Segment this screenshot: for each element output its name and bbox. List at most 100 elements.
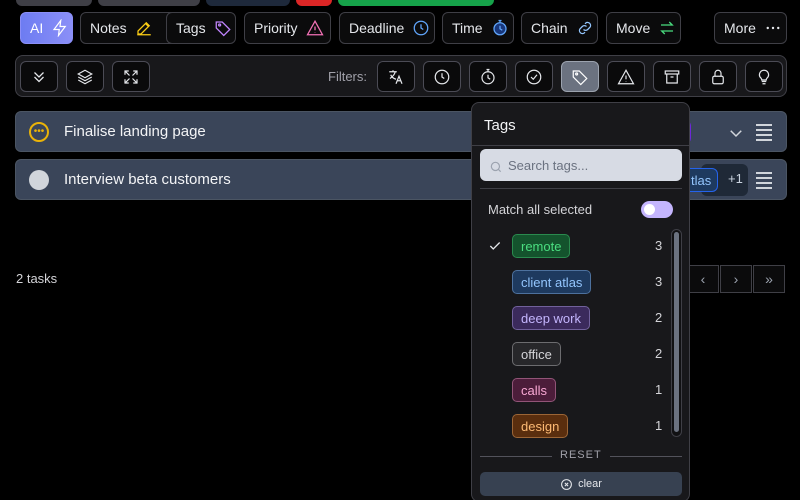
notes-button-label: Notes bbox=[90, 20, 127, 36]
clock-icon bbox=[434, 69, 450, 84]
deadline-button[interactable]: Deadline bbox=[339, 12, 435, 44]
filter-time-button[interactable] bbox=[469, 61, 507, 92]
chevron-down-icon[interactable] bbox=[727, 124, 745, 142]
pencil-icon bbox=[136, 21, 151, 36]
task-title[interactable]: Interview beta customers bbox=[64, 171, 231, 188]
task-count: 2 tasks bbox=[16, 271, 58, 286]
filter-priority-button[interactable] bbox=[607, 61, 645, 92]
top-strip-segment[interactable] bbox=[16, 0, 92, 6]
filter-toolbar: Filters: bbox=[15, 55, 787, 97]
drag-handle-icon[interactable] bbox=[756, 124, 772, 141]
stopwatch-icon bbox=[481, 68, 495, 84]
filter-deadline-button[interactable] bbox=[423, 61, 461, 92]
translate-icon bbox=[389, 69, 403, 84]
ellipsis-icon bbox=[766, 26, 780, 30]
tag-chip-label: tlas bbox=[691, 172, 712, 188]
task-title[interactable]: Finalise landing page bbox=[64, 123, 206, 140]
tag-search-input[interactable] bbox=[508, 149, 678, 181]
tags-button-label: Tags bbox=[176, 20, 206, 36]
top-strip-segment[interactable] bbox=[206, 0, 290, 6]
priority-button[interactable]: Priority bbox=[244, 12, 331, 44]
stopwatch-icon bbox=[492, 19, 507, 36]
last-page-label: » bbox=[765, 271, 773, 287]
tag-option-office[interactable]: office 2 bbox=[472, 336, 672, 372]
time-button-label: Time bbox=[452, 20, 483, 36]
todo-status-icon[interactable] bbox=[29, 170, 49, 190]
tags-dropdown: Tags Match all selected remote 3 client at… bbox=[471, 102, 690, 500]
tag-option-client-atlas[interactable]: client atlas 3 bbox=[472, 264, 672, 300]
tag-chip: office bbox=[512, 342, 561, 366]
deadline-button-label: Deadline bbox=[349, 20, 405, 36]
filter-ideas-button[interactable] bbox=[745, 61, 783, 92]
filter-status-button[interactable] bbox=[515, 61, 553, 92]
search-icon bbox=[490, 161, 502, 173]
tag-icon bbox=[572, 69, 588, 85]
lock-icon bbox=[712, 69, 724, 84]
scrollbar-thumb[interactable] bbox=[674, 232, 679, 432]
chain-button[interactable]: Chain bbox=[521, 12, 598, 44]
filter-locked-button[interactable] bbox=[699, 61, 737, 92]
next-page-button[interactable]: › bbox=[720, 265, 752, 293]
archive-icon bbox=[664, 69, 680, 84]
tag-chip: deep work bbox=[512, 306, 590, 330]
more-button-label: More bbox=[724, 20, 756, 36]
tag-option-design[interactable]: design 1 bbox=[472, 408, 672, 444]
more-tags-count[interactable]: +1 bbox=[728, 171, 743, 186]
match-all-label: Match all selected bbox=[488, 202, 593, 217]
last-page-button[interactable]: » bbox=[753, 265, 785, 293]
tag-icon bbox=[215, 21, 231, 37]
prev-page-button[interactable]: ‹ bbox=[687, 265, 719, 293]
top-strip-segment[interactable] bbox=[338, 0, 494, 6]
checkmark-icon bbox=[489, 242, 501, 250]
top-strip-segment[interactable] bbox=[296, 0, 332, 6]
expand-button[interactable] bbox=[112, 61, 150, 92]
tag-list-scrollbar[interactable] bbox=[671, 229, 682, 437]
filter-tags-button[interactable] bbox=[561, 61, 599, 92]
check-circle-icon bbox=[526, 69, 542, 84]
bulb-icon bbox=[758, 69, 770, 84]
layers-icon bbox=[77, 69, 93, 84]
collapse-all-icon bbox=[34, 71, 44, 82]
clear-button[interactable]: clear bbox=[480, 472, 682, 496]
drag-handle-icon[interactable] bbox=[756, 172, 772, 189]
divider bbox=[472, 145, 689, 146]
tag-count: 3 bbox=[655, 238, 663, 253]
priority-button-label: Priority bbox=[254, 20, 298, 36]
tags-button[interactable]: Tags bbox=[166, 12, 236, 44]
close-circle-icon bbox=[561, 478, 572, 490]
tag-chip: calls bbox=[512, 378, 557, 402]
tag-chip: remote bbox=[512, 234, 571, 258]
collapse-all-button[interactable] bbox=[20, 61, 58, 92]
clock-icon bbox=[413, 20, 429, 36]
tag-count: 1 bbox=[655, 418, 663, 433]
tag-count: 2 bbox=[655, 346, 663, 361]
move-button-label: Move bbox=[616, 20, 651, 36]
tag-option-deep-work[interactable]: deep work 2 bbox=[472, 300, 672, 336]
expand-icon bbox=[124, 69, 138, 84]
move-button[interactable]: Move bbox=[606, 12, 681, 44]
next-page-label: › bbox=[733, 271, 739, 287]
ai-button[interactable]: AI bbox=[20, 12, 73, 44]
top-strip-segment[interactable] bbox=[98, 0, 200, 6]
in-progress-status-icon[interactable]: ••• bbox=[29, 122, 49, 142]
dropdown-title: Tags bbox=[484, 117, 516, 134]
top-strip bbox=[0, 0, 800, 6]
notes-button[interactable]: Notes bbox=[80, 12, 177, 44]
tag-option-remote[interactable]: remote 3 bbox=[472, 228, 672, 264]
filter-language-button[interactable] bbox=[377, 61, 415, 92]
reset-separator: RESET bbox=[480, 449, 682, 463]
arrows-swap-icon bbox=[660, 21, 675, 35]
tag-option-calls[interactable]: calls 1 bbox=[472, 372, 672, 408]
filter-archive-button[interactable] bbox=[653, 61, 691, 92]
clear-button-label: clear bbox=[578, 478, 602, 490]
filters-label: Filters: bbox=[328, 69, 367, 84]
tag-count: 1 bbox=[655, 382, 663, 397]
time-button[interactable]: Time bbox=[442, 12, 514, 44]
match-all-toggle[interactable] bbox=[641, 201, 673, 218]
tag-chip: client atlas bbox=[512, 270, 592, 294]
lightning-icon bbox=[53, 19, 67, 37]
divider bbox=[480, 188, 682, 189]
reset-label: RESET bbox=[560, 449, 602, 461]
more-button[interactable]: More bbox=[714, 12, 787, 44]
layers-button[interactable] bbox=[66, 61, 104, 92]
